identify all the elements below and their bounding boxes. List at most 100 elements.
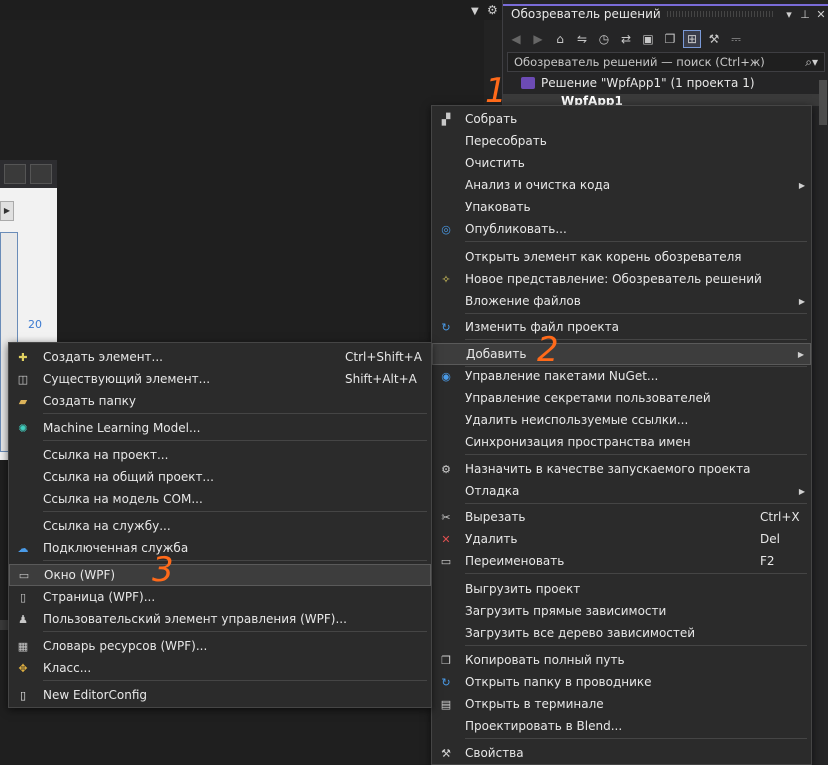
dropdown-arrow-icon[interactable]: ▼ <box>471 6 479 17</box>
menu-item[interactable]: ▞ Собрать <box>432 108 811 130</box>
pending-changes-icon[interactable]: ◷ <box>595 30 613 48</box>
menu-item[interactable]: ✥ Класс... <box>9 657 431 679</box>
solution-explorer-toolbar: ◀ ▶ ⌂ ⇋ ◷ ⇄ ▣ ❐ ⊞ ⚒ ⎓ <box>507 28 825 50</box>
scrollbar[interactable] <box>819 80 827 125</box>
menu-item-label: Существующий элемент... <box>43 372 211 386</box>
globe-icon: ◎ <box>441 222 451 236</box>
menu-separator <box>43 413 427 414</box>
menu-item[interactable]: Ссылка на проект... <box>9 444 431 466</box>
folder-icon: ▰ <box>18 394 28 408</box>
menu-item[interactable]: ▰ Создать папку <box>9 390 431 412</box>
menu-item-shortcut: F2 <box>760 554 775 568</box>
existing-item-icon: ◫ <box>17 372 29 386</box>
menu-item[interactable]: Ссылка на службу... <box>9 515 431 537</box>
collapse-all-icon[interactable]: ▣ <box>639 30 657 48</box>
menu-item[interactable]: ✧ Новое представление: Обозреватель решен… <box>432 268 811 290</box>
menu-item[interactable]: ❐ Копировать полный путь <box>432 649 811 671</box>
menu-item[interactable]: ◉ Управление пакетами NuGet... <box>432 365 811 387</box>
menu-item[interactable]: Ссылка на модель COM... <box>9 488 431 510</box>
menu-item[interactable]: Пересобрать <box>432 130 811 152</box>
submenu-arrow-icon: ▶ <box>798 296 805 306</box>
play-arrow-icon[interactable]: ▶ <box>0 201 14 221</box>
menu-item[interactable]: Добавить ▶ <box>432 343 811 365</box>
search-icon[interactable]: ⌕▾ <box>805 55 818 70</box>
menu-item-label: Machine Learning Model... <box>43 421 201 435</box>
menu-item-shortcut: Shift+Alt+A <box>345 372 417 386</box>
switch-views-icon[interactable]: ⇋ <box>573 30 591 48</box>
menu-item[interactable]: ♟ Пользовательский элемент управления (WP… <box>9 608 431 630</box>
menu-item[interactable]: ▯ New EditorConfig <box>9 684 431 706</box>
close-icon[interactable]: ✕ <box>813 8 828 21</box>
menu-item-label: Проектировать в Blend... <box>465 719 623 733</box>
gear-icon[interactable]: ⚙ <box>487 3 498 17</box>
menu-item-label: Создать элемент... <box>43 350 163 364</box>
menu-item[interactable]: ↻ Открыть папку в проводнике <box>432 671 811 693</box>
solution-search-input[interactable]: Обозреватель решений — поиск (Ctrl+ж) ⌕▾ <box>507 52 825 72</box>
designer-tab-button[interactable] <box>30 164 52 184</box>
add-submenu: ✚ Создать элемент... Ctrl+Shift+A ◫ Существу… <box>8 342 432 708</box>
preview-icon[interactable]: ⎓ <box>727 30 745 48</box>
menu-item-label: Ссылка на модель COM... <box>43 492 203 506</box>
menu-item[interactable]: Упаковать <box>432 196 811 218</box>
menu-item-label: Изменить файл проекта <box>465 320 619 334</box>
title-grip <box>666 11 775 17</box>
menu-item[interactable]: ▦ Словарь ресурсов (WPF)... <box>9 635 431 657</box>
menu-item[interactable]: ▭ Окно (WPF) <box>9 564 431 586</box>
menu-item-label: Управление секретами пользователей <box>465 391 711 405</box>
menu-item-label: Подключенная служба <box>43 541 189 555</box>
menu-item[interactable]: Ссылка на общий проект... <box>9 466 431 488</box>
menu-item[interactable]: ▯ Страница (WPF)... <box>9 586 431 608</box>
menu-item-label: Свойства <box>465 746 524 760</box>
filter-icon[interactable]: ⊞ <box>683 30 701 48</box>
menu-item[interactable]: Очистить <box>432 152 811 174</box>
menu-separator <box>465 454 807 455</box>
designer-tab-button[interactable] <box>4 164 26 184</box>
menu-item-label: Создать папку <box>43 394 137 408</box>
menu-item[interactable]: ◎ Опубликовать... <box>432 218 811 240</box>
menu-item[interactable]: ⚒ Свойства <box>432 742 811 764</box>
menu-item[interactable]: ▤ Открыть в терминале <box>432 693 811 715</box>
menu-item[interactable]: ↻ Изменить файл проекта <box>432 316 811 338</box>
pin-icon[interactable]: ⊥ <box>797 8 813 21</box>
menu-separator <box>43 680 427 681</box>
solution-icon <box>521 77 535 89</box>
menu-item[interactable]: Проектировать в Blend... <box>432 715 811 737</box>
menu-item[interactable]: ✂ Вырезать Ctrl+X <box>432 506 811 528</box>
menu-separator <box>43 440 427 441</box>
solution-node[interactable]: Решение "WpfApp1" (1 проекта 1) <box>521 76 755 90</box>
menu-item[interactable]: Загрузить прямые зависимости <box>432 600 811 622</box>
home-icon[interactable]: ⌂ <box>551 30 569 48</box>
menu-item[interactable]: Вложение файлов ▶ <box>432 290 811 312</box>
menu-item[interactable]: Анализ и очистка кода ▶ <box>432 174 811 196</box>
menu-item[interactable]: Управление секретами пользователей <box>432 387 811 409</box>
wrench-icon: ⚒ <box>441 746 451 760</box>
menu-item[interactable]: ☁ Подключенная служба <box>9 537 431 559</box>
wrench-icon[interactable]: ⚒ <box>705 30 723 48</box>
menu-item-label: Переименовать <box>465 554 565 568</box>
menu-item[interactable]: Синхронизация пространства имен <box>432 431 811 453</box>
menu-item[interactable]: Отладка ▶ <box>432 480 811 502</box>
menu-separator <box>465 738 807 739</box>
menu-item[interactable]: ⚙ Назначить в качестве запускаемого проек… <box>432 458 811 480</box>
menu-item[interactable]: Открыть элемент как корень обозревателя <box>432 246 811 268</box>
menu-item-shortcut: Del <box>760 532 780 546</box>
menu-item[interactable]: ▭ Переименовать F2 <box>432 550 811 572</box>
menu-item[interactable]: ✺ Machine Learning Model... <box>9 417 431 439</box>
new-view-icon: ✧ <box>441 272 451 286</box>
menu-item[interactable]: Удалить неиспользуемые ссылки... <box>432 409 811 431</box>
menu-item-label: Добавить <box>466 347 527 361</box>
menu-item-label: Страница (WPF)... <box>43 590 156 604</box>
sync-icon[interactable]: ⇄ <box>617 30 635 48</box>
class-icon: ✥ <box>18 661 28 675</box>
dropdown-arrow-icon[interactable]: ▾ <box>781 8 797 21</box>
menu-item[interactable]: ◫ Существующий элемент... Shift+Alt+A <box>9 368 431 390</box>
menu-item[interactable]: ✕ Удалить Del <box>432 528 811 550</box>
delete-x-icon: ✕ <box>441 532 451 546</box>
forward-icon[interactable]: ▶ <box>529 30 547 48</box>
show-all-files-icon[interactable]: ❐ <box>661 30 679 48</box>
menu-item[interactable]: ✚ Создать элемент... Ctrl+Shift+A <box>9 346 431 368</box>
menu-item[interactable]: Выгрузить проект <box>432 578 811 600</box>
back-icon[interactable]: ◀ <box>507 30 525 48</box>
project-context-menu: ▞ Собрать Пересобрать Очистить Анализ и очис… <box>431 105 812 765</box>
menu-item[interactable]: Загрузить все дерево зависимостей <box>432 622 811 644</box>
